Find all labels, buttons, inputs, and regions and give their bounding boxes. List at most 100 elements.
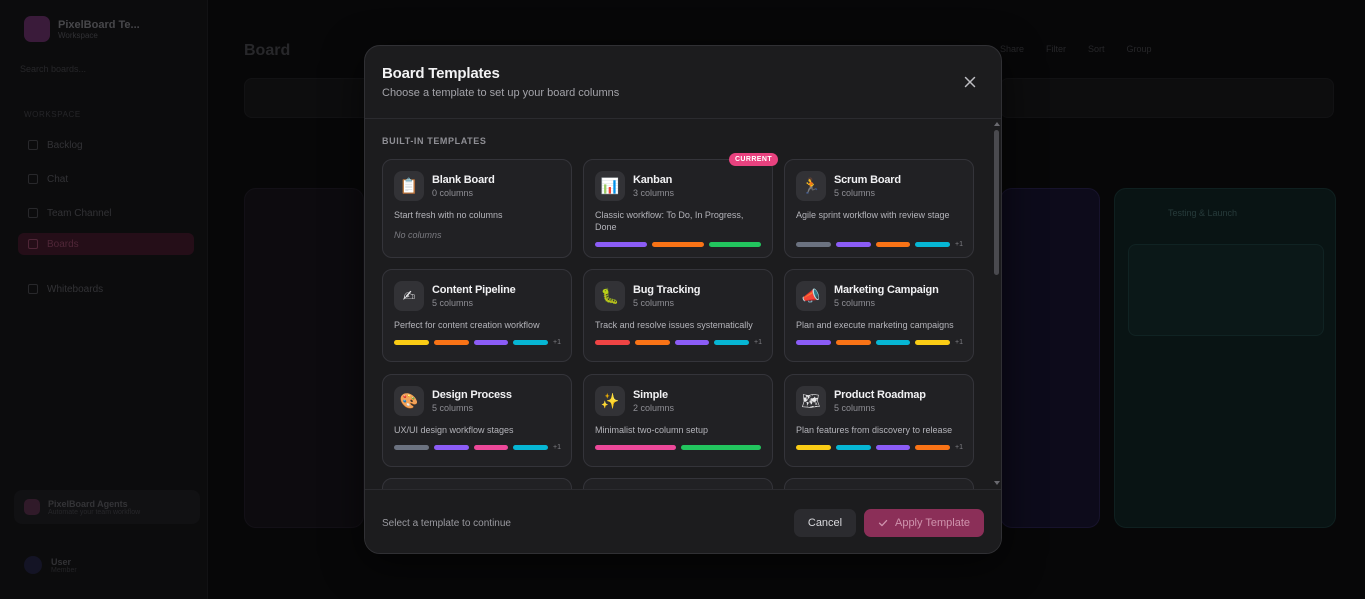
template-card-partial[interactable] xyxy=(784,478,974,489)
template-card-content-pipeline[interactable]: ✍ Content Pipeline 5 columns Perfect for co… xyxy=(382,269,572,362)
column-color-bar xyxy=(394,340,429,345)
template-name: Simple xyxy=(633,389,668,401)
template-name: Design Process xyxy=(432,389,512,401)
column-color-bar xyxy=(473,340,509,345)
scroll-thumb[interactable] xyxy=(994,130,999,275)
clipboard-icon: 📋 xyxy=(394,171,424,201)
scroll-up-arrow-icon[interactable] xyxy=(994,122,1000,126)
column-color-bar xyxy=(875,340,911,345)
template-column-count: 5 columns xyxy=(834,403,876,413)
template-card-marketing-campaign[interactable]: 📣 Marketing Campaign 5 columns Plan and exe… xyxy=(784,269,974,362)
modal-body: BUILT-IN TEMPLATES 📋 Blank Board 0 columns… xyxy=(365,119,1001,489)
palette-icon: 🎨 xyxy=(394,386,424,416)
template-name: Marketing Campaign xyxy=(834,284,939,296)
template-name: Kanban xyxy=(633,174,673,186)
more-columns-count: +1 xyxy=(955,444,963,451)
column-color-bar xyxy=(709,242,761,247)
footer-hint: Select a template to continue xyxy=(382,518,511,529)
template-column-preview xyxy=(796,242,950,247)
scrollbar[interactable] xyxy=(993,119,1001,489)
column-color-bar xyxy=(394,445,429,450)
template-column-count: 0 columns xyxy=(432,188,474,198)
template-card-partial[interactable] xyxy=(583,478,773,489)
close-icon xyxy=(964,76,976,88)
template-column-count: 5 columns xyxy=(432,403,474,413)
template-description: UX/UI design workflow stages xyxy=(394,425,514,435)
column-color-bar xyxy=(595,242,647,247)
column-color-bar xyxy=(513,340,548,345)
board-templates-modal: Board Templates Choose a template to set… xyxy=(364,45,1002,554)
template-column-count: 5 columns xyxy=(432,298,474,308)
template-column-preview xyxy=(595,445,761,450)
column-color-bar xyxy=(835,340,871,345)
template-name: Bug Tracking xyxy=(633,284,701,296)
template-column-preview xyxy=(595,340,749,345)
template-name: Blank Board xyxy=(432,174,495,186)
column-color-bar xyxy=(714,340,749,345)
modal-header: Board Templates Choose a template to set… xyxy=(365,46,1001,119)
modal-subtitle: Choose a template to set up your board c… xyxy=(382,87,620,99)
modal-title: Board Templates xyxy=(382,65,500,82)
template-card-design-process[interactable]: 🎨 Design Process 5 columns UX/UI design wor… xyxy=(382,374,572,467)
template-column-count: 2 columns xyxy=(633,403,675,413)
template-card-kanban[interactable]: 📊 Kanban 3 columns Classic workflow: To Do,… xyxy=(583,153,778,258)
template-empty-text: No columns xyxy=(394,230,442,240)
column-color-bar xyxy=(595,340,630,345)
column-color-bar xyxy=(674,340,710,345)
template-column-count: 3 columns xyxy=(633,188,675,198)
current-badge: CURRENT xyxy=(728,153,778,166)
writing-hand-icon: ✍ xyxy=(394,281,424,311)
column-color-bar xyxy=(796,445,831,450)
template-card-bug-tracking[interactable]: 🐛 Bug Tracking 5 columns Track and resolve … xyxy=(583,269,773,362)
more-columns-count: +1 xyxy=(955,241,963,248)
section-label: BUILT-IN TEMPLATES xyxy=(382,136,487,146)
template-card-blank-board[interactable]: 📋 Blank Board 0 columns Start fresh with no… xyxy=(382,159,572,258)
column-color-bar xyxy=(915,445,950,450)
map-icon: 🗺 xyxy=(796,386,826,416)
template-description: Start fresh with no columns xyxy=(394,210,503,220)
template-description: Agile sprint workflow with review stage xyxy=(796,210,950,220)
column-color-bar xyxy=(473,445,509,450)
template-column-preview xyxy=(394,445,548,450)
column-color-bar xyxy=(835,242,871,247)
column-color-bar xyxy=(875,445,911,450)
megaphone-icon: 📣 xyxy=(796,281,826,311)
column-color-bar xyxy=(433,340,469,345)
runner-icon: 🏃 xyxy=(796,171,826,201)
template-column-preview xyxy=(394,340,548,345)
template-name: Content Pipeline xyxy=(432,284,516,296)
more-columns-count: +1 xyxy=(955,339,963,346)
template-column-count: 5 columns xyxy=(834,188,876,198)
column-color-bar xyxy=(796,340,831,345)
cancel-button[interactable]: Cancel xyxy=(794,509,856,537)
template-column-count: 5 columns xyxy=(834,298,876,308)
sparkles-icon: ✨ xyxy=(595,386,625,416)
template-column-preview xyxy=(796,445,950,450)
template-description: Plan features from discovery to release xyxy=(796,425,953,435)
check-icon xyxy=(878,519,888,527)
column-color-bar xyxy=(634,340,670,345)
column-color-bar xyxy=(875,242,911,247)
column-color-bar xyxy=(915,242,950,247)
column-color-bar xyxy=(915,340,950,345)
template-name: Product Roadmap xyxy=(834,389,926,401)
column-color-bar xyxy=(595,445,676,450)
template-column-preview xyxy=(796,340,950,345)
more-columns-count: +1 xyxy=(553,339,561,346)
template-card-partial[interactable] xyxy=(382,478,572,489)
scroll-down-arrow-icon[interactable] xyxy=(994,481,1000,485)
modal-footer: Select a template to continue Cancel App… xyxy=(365,489,1001,553)
template-card-simple[interactable]: ✨ Simple 2 columns Minimalist two-column se… xyxy=(583,374,773,467)
more-columns-count: +1 xyxy=(754,339,762,346)
template-column-preview xyxy=(595,242,761,247)
close-button[interactable] xyxy=(961,73,979,91)
more-columns-count: +1 xyxy=(553,444,561,451)
template-card-scrum-board[interactable]: 🏃 Scrum Board 5 columns Agile sprint workfl… xyxy=(784,159,974,258)
column-color-bar xyxy=(652,242,704,247)
apply-template-label: Apply Template xyxy=(894,517,970,529)
column-color-bar xyxy=(835,445,871,450)
template-description: Minimalist two-column setup xyxy=(595,425,709,435)
apply-template-button[interactable]: Apply Template xyxy=(864,509,984,537)
bug-icon: 🐛 xyxy=(595,281,625,311)
template-card-product-roadmap[interactable]: 🗺 Product Roadmap 5 columns Plan features f… xyxy=(784,374,974,467)
